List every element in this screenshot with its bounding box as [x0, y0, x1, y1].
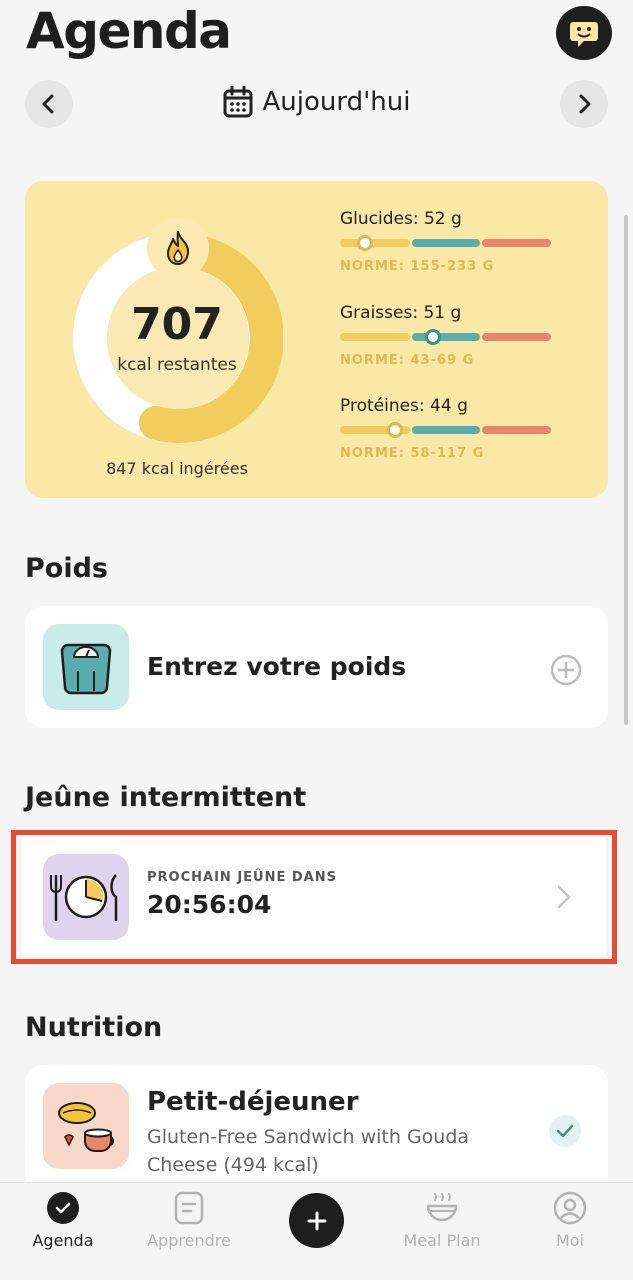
tab-meal-plan[interactable]: Meal Plan: [387, 1191, 497, 1250]
meal-title: Petit-déjeuner: [147, 1087, 359, 1117]
tab-apprendre[interactable]: Apprendre: [134, 1191, 244, 1250]
macro-norm: NORME: 58-117 G: [340, 446, 485, 461]
breakfast-tile: [43, 1083, 129, 1169]
bowl-icon: [426, 1193, 458, 1222]
macro-label: Protéines: 44 g: [340, 396, 468, 416]
macro-bar: [340, 422, 551, 438]
macro-bar-thumb: [424, 329, 441, 345]
add-circle-icon[interactable]: [549, 653, 583, 687]
macro-label: Glucides: 52 g: [340, 209, 462, 229]
macro-label: Graisses: 51 g: [340, 303, 462, 323]
check-circle-icon: [47, 1192, 79, 1224]
fasting-section-title: Jeûne intermittent: [25, 782, 307, 813]
date-label: Aujourd'hui: [262, 87, 411, 117]
tab-moi[interactable]: Moi: [515, 1191, 625, 1250]
macro-carbs: Glucides: 52 g NORME: 155-233 G: [340, 209, 560, 274]
kcal-remaining-value: 707: [131, 299, 223, 350]
next-day-button[interactable]: [560, 80, 608, 128]
macro-bar-thumb: [386, 422, 403, 438]
scale-tile: [43, 624, 129, 710]
macro-norm: NORME: 43-69 G: [340, 353, 475, 368]
chat-bubble-icon: [570, 22, 598, 47]
date-selector[interactable]: Aujourd'hui: [0, 86, 633, 118]
tab-label: Agenda: [32, 1231, 94, 1250]
checkmark-icon: [556, 1124, 574, 1138]
macro-norm: NORME: 155-233 G: [340, 259, 495, 274]
nutrition-section-title: Nutrition: [25, 1012, 163, 1043]
weight-section-title: Poids: [25, 553, 108, 584]
bottom-tab-bar: Agenda Apprendre Meal Plan Moi: [0, 1182, 633, 1280]
tab-label: Moi: [555, 1231, 585, 1250]
tab-agenda[interactable]: Agenda: [8, 1191, 118, 1250]
document-icon: [174, 1191, 204, 1225]
chat-button[interactable]: [556, 6, 612, 60]
profile-icon: [553, 1191, 587, 1225]
kcal-remaining-label: kcal restantes: [117, 355, 237, 375]
calendar-icon: [223, 86, 253, 118]
macro-fat: Graisses: 51 g NORME: 43-69 G: [340, 303, 560, 368]
calorie-summary-card[interactable]: 707 kcal restantes 847 kcal ingérées Glu…: [25, 181, 608, 498]
chevron-right-icon: [579, 94, 591, 114]
enter-weight-label: Entrez votre poids: [147, 652, 407, 681]
macro-bar-thumb: [357, 235, 374, 251]
meal-description: Gluten-Free Sandwich with Gouda Cheese (…: [147, 1126, 470, 1176]
tab-label: Apprendre: [147, 1231, 231, 1250]
scrollbar[interactable]: [624, 215, 628, 725]
weight-card[interactable]: Entrez votre poids: [25, 606, 608, 728]
plus-icon: [307, 1211, 326, 1230]
macro-bar: [340, 329, 551, 345]
add-entry-button[interactable]: [289, 1193, 344, 1248]
highlight-box: [11, 830, 617, 964]
flame-icon: [167, 231, 190, 265]
scale-icon: [60, 643, 112, 695]
macro-protein: Protéines: 44 g NORME: 58-117 G: [340, 396, 560, 461]
flame-badge: [147, 217, 209, 279]
page-title: Agenda: [26, 2, 232, 60]
meal-logged-badge[interactable]: [549, 1115, 581, 1147]
tab-label: Meal Plan: [403, 1231, 481, 1250]
macro-bar: [340, 235, 551, 251]
breakfast-icon: [58, 1102, 114, 1152]
kcal-eaten-label: 847 kcal ingérées: [106, 459, 248, 478]
